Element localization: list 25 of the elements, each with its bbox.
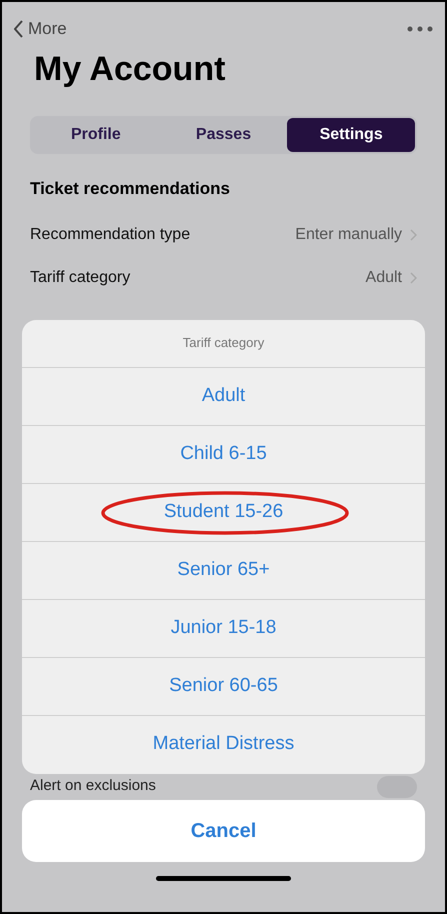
sheet-option[interactable]: Child 6-15: [22, 426, 425, 484]
chevron-left-icon: [14, 20, 24, 38]
cancel-button[interactable]: Cancel: [22, 800, 425, 862]
setting-value[interactable]: Adult: [366, 266, 417, 290]
chevron-right-icon: [410, 229, 417, 241]
toggle-switch[interactable]: [377, 776, 417, 798]
sheet-option[interactable]: Senior 60-65: [22, 658, 425, 716]
sheet-title: Tariff category: [22, 320, 425, 368]
sheet-option[interactable]: Student 15-26: [22, 484, 425, 542]
sheet-option[interactable]: Material Distress: [22, 716, 425, 774]
sheet-option[interactable]: Junior 15-18: [22, 600, 425, 658]
segment-tab[interactable]: Passes: [160, 118, 288, 152]
setting-label: Tariff category: [30, 268, 130, 288]
setting-label: Recommendation type: [30, 225, 190, 245]
setting-label: Alert on exclusions: [30, 776, 156, 796]
segment-tab[interactable]: Settings: [287, 118, 416, 152]
more-icon[interactable]: [407, 26, 433, 32]
setting-value[interactable]: Enter manually: [295, 223, 417, 247]
segment-tab[interactable]: Profile: [32, 118, 160, 152]
section-title: Ticket recommendations: [29, 178, 231, 200]
sheet-option[interactable]: Adult: [22, 368, 425, 426]
chevron-right-icon: [410, 272, 417, 284]
back-button[interactable]: More: [14, 16, 67, 42]
page-title: My Account: [33, 52, 226, 86]
sheet-option[interactable]: Senior 65+: [22, 542, 425, 600]
